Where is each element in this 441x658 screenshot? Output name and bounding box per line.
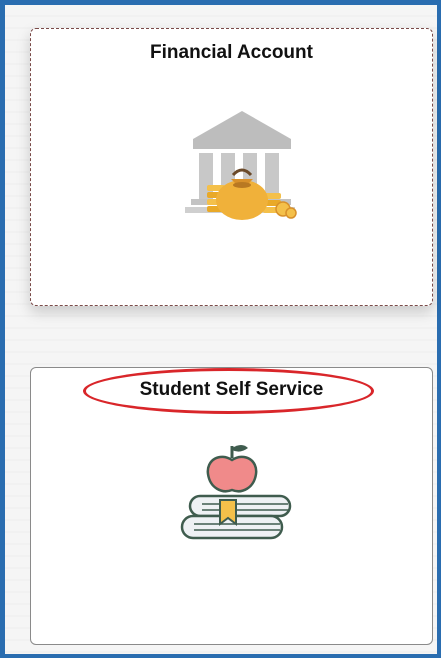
bank-money-bag-icon (31, 105, 432, 235)
tile-financial-account[interactable]: Financial Account (30, 28, 433, 306)
tile-title: Student Self Service (139, 379, 324, 400)
tile-title: Financial Account (150, 42, 313, 63)
tile-student-self-service[interactable]: Student Self Service (30, 367, 433, 645)
apple-books-icon (31, 438, 432, 558)
app-frame: Financial Account Student Self Service (0, 0, 441, 658)
